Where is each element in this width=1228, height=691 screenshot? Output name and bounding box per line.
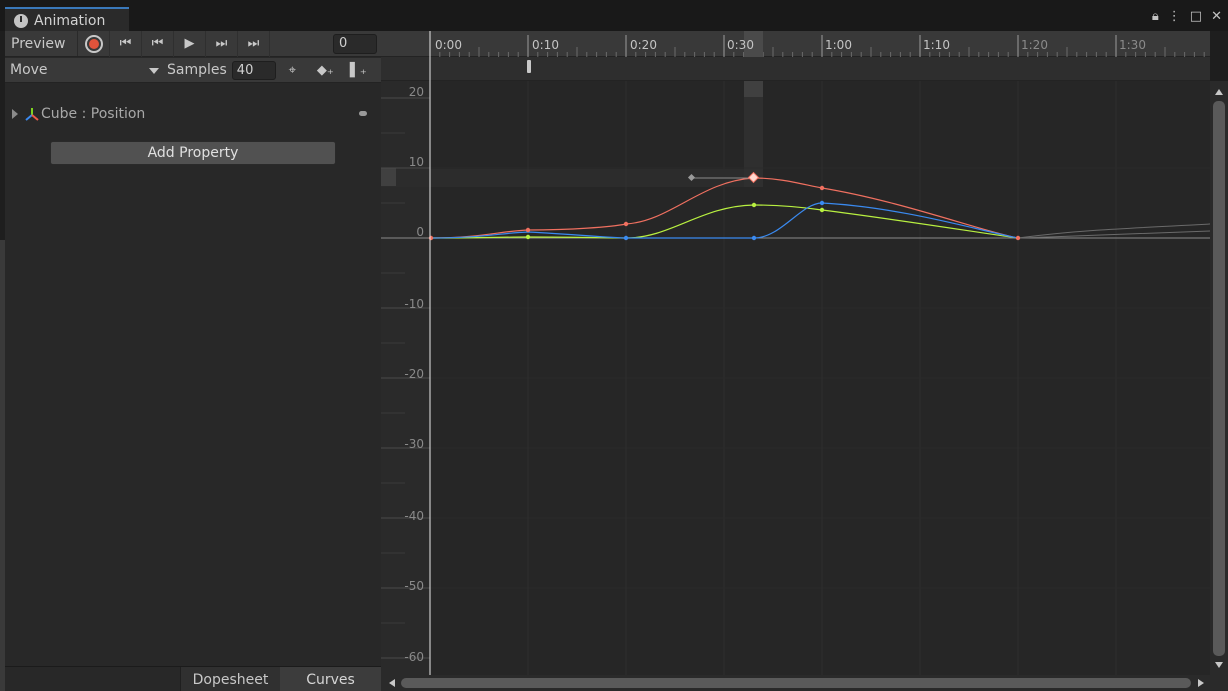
tab-animation[interactable]: Animation (5, 7, 129, 32)
chevron-down-icon (149, 68, 159, 74)
last-key-button[interactable]: ⏭︎ (238, 30, 270, 57)
properties-panel: Preview ⏮︎ ⏮︎ ▶︎ ⏭︎ ⏭︎ 0 Move Samples 40… (5, 30, 381, 691)
samples-field[interactable]: 40 (231, 60, 276, 80)
tick-label: 0:20 (630, 38, 657, 52)
y-tick-label: -10 (404, 297, 424, 311)
y-tick-label: -40 (404, 509, 424, 523)
event-strip-svg (429, 57, 531, 81)
add-event-icon: ▌₊ (349, 62, 367, 78)
preview-button[interactable]: Preview (5, 31, 78, 56)
maximize-icon[interactable]: □ (1190, 9, 1202, 24)
y-tick-label: 10 (409, 155, 424, 169)
horizontal-scrollbar[interactable] (381, 675, 1228, 691)
samples-label: Samples (167, 62, 227, 78)
keyframe[interactable] (819, 200, 825, 206)
horizontal-scroll-thumb[interactable] (401, 678, 1191, 688)
keyframe[interactable] (819, 185, 825, 191)
more-icon[interactable]: ⋮ (1168, 9, 1181, 24)
add-event-button[interactable]: ▌₊ (342, 58, 375, 82)
y-tick-label: 20 (409, 85, 424, 99)
curve-editor[interactable]: 20 10 0 -10 -20 -30 -40 -50 -60 (381, 81, 1211, 675)
prev-key-icon: ⏮︎ (151, 36, 164, 51)
first-key-icon: ⏮︎ (119, 36, 132, 51)
scroll-left-icon[interactable] (389, 679, 395, 687)
crosshair-icon: ⌖ (288, 62, 296, 78)
lock-icon[interactable]: 🔒︎ (1152, 9, 1159, 24)
scroll-right-icon[interactable] (1198, 679, 1204, 687)
vertical-scrollbar[interactable] (1210, 81, 1228, 675)
selection-handle[interactable] (381, 168, 396, 186)
play-button[interactable]: ▶︎ (174, 30, 206, 57)
clock-icon (14, 13, 28, 28)
y-tick-label: -50 (404, 579, 424, 593)
keyframe[interactable] (525, 234, 531, 240)
next-key-button[interactable]: ⏭︎ (206, 30, 238, 57)
clip-toolbar: Move Samples 40 ⌖ ◆₊ ▌₊ (5, 58, 381, 83)
frame-field[interactable]: 0 (333, 34, 377, 54)
record-icon (84, 34, 103, 53)
vertical-scroll-thumb[interactable] (1213, 101, 1225, 656)
y-tick-label: 0 (416, 225, 424, 239)
post-infinity-curve (1017, 223, 1211, 239)
scroll-up-icon[interactable] (1215, 89, 1223, 95)
tick-label: 0:00 (435, 38, 462, 52)
playback-toolbar: Preview ⏮︎ ⏮︎ ▶︎ ⏭︎ ⏭︎ 0 (5, 30, 381, 57)
tab-curves[interactable]: Curves (280, 667, 381, 691)
keyframe[interactable] (525, 227, 531, 233)
record-button[interactable] (78, 30, 110, 57)
y-tick-label: -60 (404, 650, 424, 664)
keyframe[interactable] (751, 202, 757, 208)
add-keyframe-button[interactable]: ◆₊ (309, 58, 342, 82)
prev-key-button[interactable]: ⏮︎ (142, 30, 174, 57)
transform-axes-icon (25, 107, 39, 121)
clip-name: Move (10, 62, 48, 78)
next-key-icon: ⏭︎ (215, 36, 228, 51)
last-key-icon: ⏭︎ (247, 36, 260, 51)
tick-label: 1:30 (1119, 38, 1146, 52)
add-property-button[interactable]: Add Property (50, 141, 336, 165)
view-tabs: Dopesheet Curves (5, 666, 381, 691)
keyframe[interactable] (1015, 235, 1021, 241)
keyframe[interactable] (623, 235, 629, 241)
title-bar: Animation 🔒︎ ⋮ □ ✕ (0, 0, 1228, 32)
snap-button[interactable]: ⌖ (276, 58, 309, 82)
y-tick-label: -20 (404, 367, 424, 381)
tick-label: 1:20 (1021, 38, 1048, 52)
play-icon: ▶︎ (184, 36, 195, 51)
tab-dopesheet[interactable]: Dopesheet (180, 667, 280, 691)
time-ruler[interactable]: 0:00 0:10 0:20 0:30 1:00 1:10 1:20 1:30 (381, 31, 1210, 57)
event-strip[interactable] (381, 57, 1210, 81)
tick-label: 1:10 (923, 38, 950, 52)
property-row[interactable]: Cube : Position (5, 103, 381, 125)
keyframe[interactable] (819, 207, 825, 213)
tick-label: 0:10 (532, 38, 559, 52)
close-icon[interactable]: ✕ (1211, 9, 1222, 24)
property-label: Cube : Position (41, 106, 146, 122)
curve-editor-svg: 20 10 0 -10 -20 -30 -40 -50 -60 (381, 81, 1211, 675)
tick-label: 0:30 (727, 38, 754, 52)
y-tick-label: -30 (404, 437, 424, 451)
keyframe[interactable] (428, 235, 434, 241)
horizontal-scrollbar-svg (389, 678, 1204, 688)
property-options-icon[interactable] (359, 111, 367, 116)
tick-label: 1:00 (825, 38, 852, 52)
fold-arrow-icon[interactable] (12, 109, 18, 119)
keyframe[interactable] (751, 235, 757, 241)
vertical-scrollbar-svg (1213, 89, 1225, 668)
clip-dropdown[interactable]: Move (5, 58, 163, 82)
event-marker-icon[interactable] (527, 60, 531, 73)
window-controls: 🔒︎ ⋮ □ ✕ (1152, 9, 1222, 24)
time-ruler-svg: 0:00 0:10 0:20 0:30 1:00 1:10 1:20 1:30 (429, 31, 1205, 57)
tab-title: Animation (34, 12, 106, 29)
add-keyframe-icon: ◆₊ (316, 62, 334, 78)
keyframes-y (525, 202, 825, 240)
scroll-down-icon[interactable] (1215, 662, 1223, 668)
keyframe[interactable] (623, 221, 629, 227)
first-key-button[interactable]: ⏮︎ (110, 30, 142, 57)
selection-handle[interactable] (744, 81, 763, 97)
